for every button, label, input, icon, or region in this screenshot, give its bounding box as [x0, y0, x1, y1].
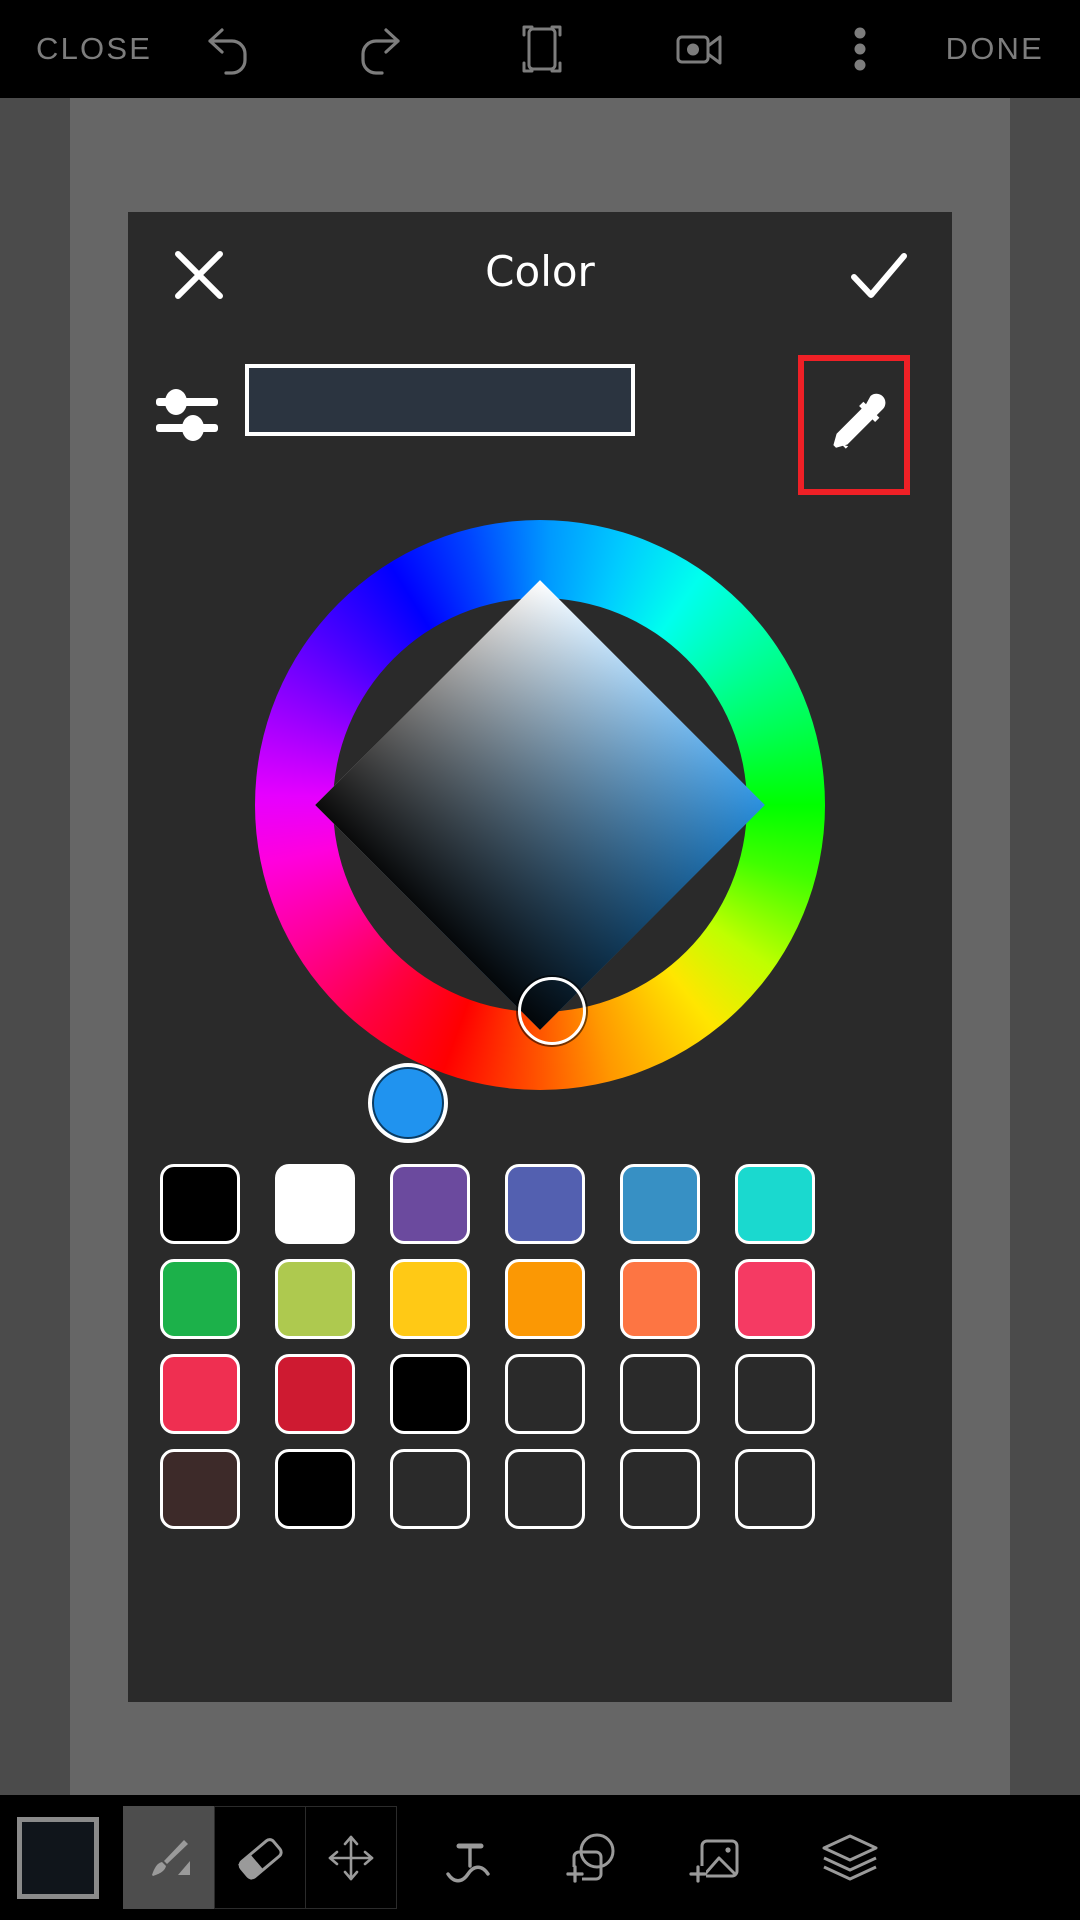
swatch-white[interactable] — [275, 1164, 355, 1244]
close-button[interactable]: CLOSE — [36, 0, 152, 98]
bottom-toolbar — [0, 1795, 1080, 1920]
hue-selector-handle[interactable] — [368, 1063, 448, 1143]
undo-icon[interactable] — [196, 19, 256, 79]
swatch-empty-7[interactable] — [735, 1449, 815, 1529]
move-tool[interactable] — [305, 1806, 397, 1909]
swatch-purple[interactable] — [390, 1164, 470, 1244]
dialog-title: Color — [485, 247, 595, 296]
swatch-turquoise[interactable] — [735, 1164, 815, 1244]
current-color-indicator[interactable] — [17, 1817, 99, 1899]
eraser-tool[interactable] — [214, 1806, 306, 1909]
add-image-icon — [689, 1839, 739, 1883]
swatch-empty-1[interactable] — [505, 1354, 585, 1434]
text-tool[interactable] — [410, 1806, 530, 1909]
brush-tool[interactable] — [123, 1806, 215, 1909]
swatch-black-3[interactable] — [275, 1449, 355, 1529]
add-shape[interactable] — [530, 1806, 650, 1909]
text-on-path-icon — [446, 1843, 490, 1882]
swatch-empty-6[interactable] — [620, 1449, 700, 1529]
swatch-gold[interactable] — [390, 1259, 470, 1339]
swatch-dark-red[interactable] — [275, 1354, 355, 1434]
move-arrows-icon — [328, 1835, 374, 1880]
swatch-empty-5[interactable] — [505, 1449, 585, 1529]
eyedropper-icon[interactable] — [818, 388, 890, 460]
swatch-grid — [160, 1164, 920, 1529]
swatch-black[interactable] — [160, 1164, 240, 1244]
swatch-dark-brown[interactable] — [160, 1449, 240, 1529]
sv-selector-handle[interactable] — [518, 977, 586, 1045]
color-dialog: Color — [128, 212, 952, 1702]
dialog-header: Color — [128, 212, 952, 332]
add-image[interactable] — [655, 1806, 775, 1909]
swatch-yellow-green[interactable] — [275, 1259, 355, 1339]
swatch-steel-blue[interactable] — [620, 1164, 700, 1244]
swatch-pink-red[interactable] — [735, 1259, 815, 1339]
add-shape-icon — [566, 1833, 615, 1883]
swatch-indigo[interactable] — [505, 1164, 585, 1244]
eraser-icon — [238, 1837, 283, 1880]
redo-icon[interactable] — [352, 19, 412, 79]
sliders-icon[interactable] — [156, 385, 218, 445]
swatch-orange[interactable] — [505, 1259, 585, 1339]
layers-icon — [822, 1834, 878, 1880]
swatch-green[interactable] — [160, 1259, 240, 1339]
top-toolbar: CLOSE DONE — [0, 0, 1080, 98]
color-preview-swatch[interactable] — [245, 364, 635, 436]
camera-icon[interactable] — [670, 19, 730, 79]
swatch-empty-4[interactable] — [390, 1449, 470, 1529]
close-x-icon[interactable] — [168, 244, 230, 306]
done-button[interactable]: DONE — [946, 0, 1044, 98]
color-preview-row — [128, 340, 952, 495]
swatch-black-2[interactable] — [390, 1354, 470, 1434]
swatch-empty-3[interactable] — [735, 1354, 815, 1434]
swatch-empty-2[interactable] — [620, 1354, 700, 1434]
brush-icon — [152, 1839, 190, 1876]
swatch-coral[interactable] — [620, 1259, 700, 1339]
swatch-crimson[interactable] — [160, 1354, 240, 1434]
overflow-menu-icon[interactable] — [830, 19, 890, 79]
layers[interactable] — [790, 1806, 910, 1909]
crop-icon[interactable] — [512, 19, 572, 79]
check-icon[interactable] — [846, 244, 912, 306]
